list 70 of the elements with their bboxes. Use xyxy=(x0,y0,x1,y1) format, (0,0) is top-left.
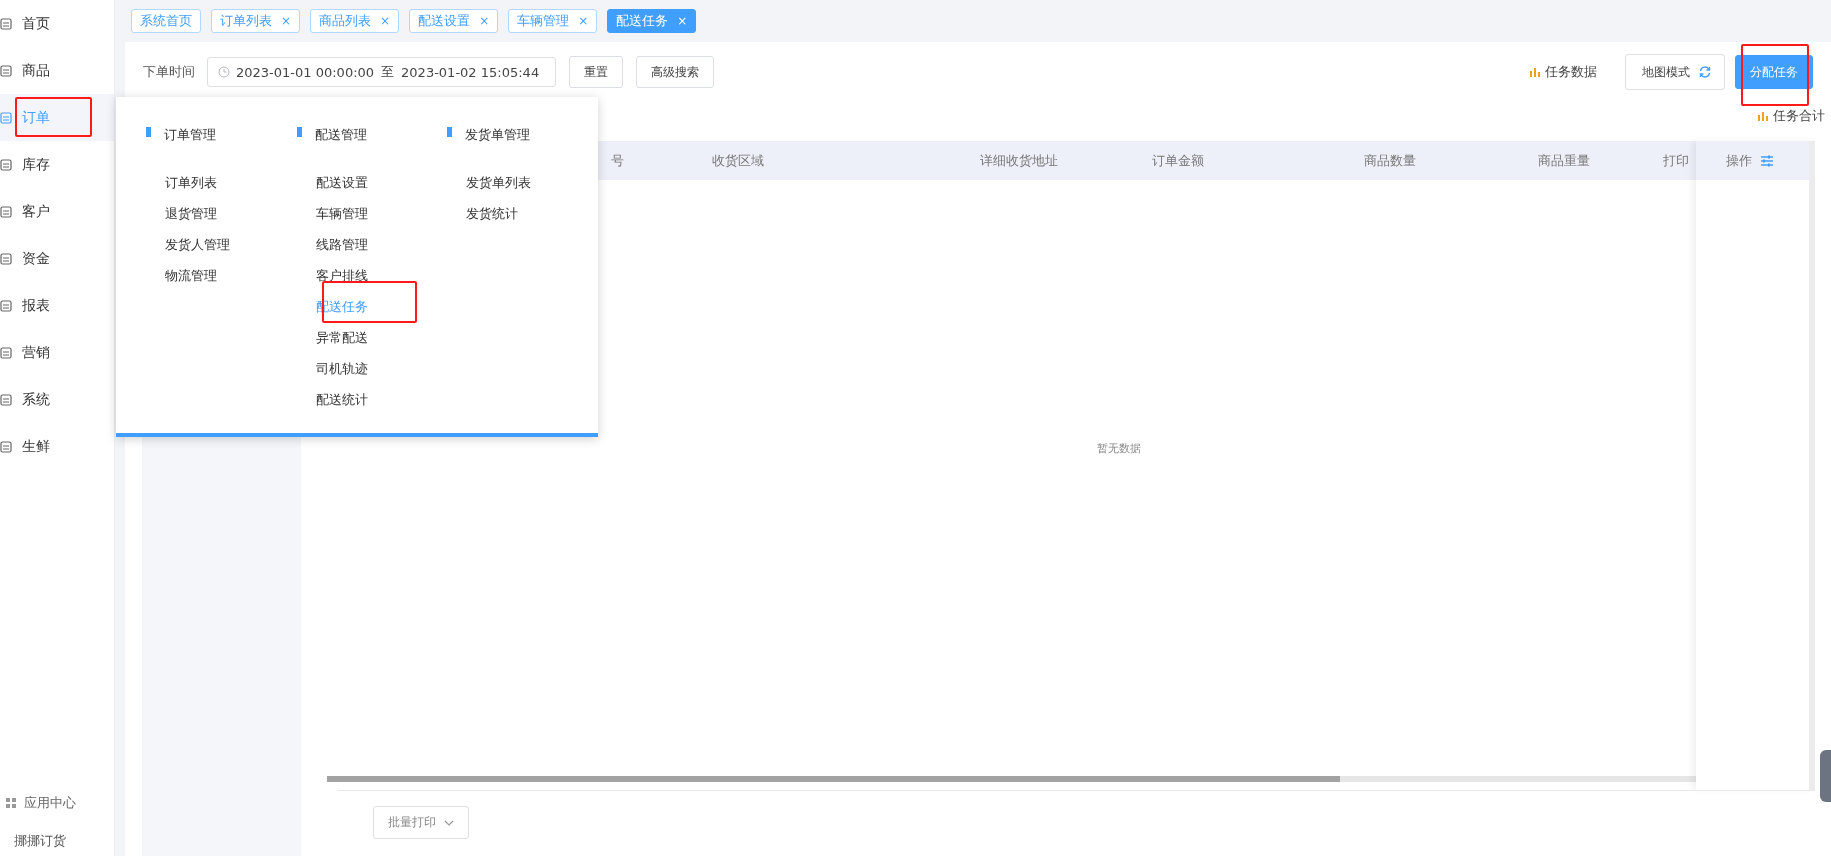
brand-name: 挪挪订货 xyxy=(13,832,67,850)
range-separator: 至 xyxy=(381,63,395,81)
menu-group-title: 配送管理 xyxy=(314,126,367,144)
menu-icon xyxy=(0,63,12,78)
empty-message: 暂无数据 xyxy=(1096,440,1141,456)
column-header: 收货区域 xyxy=(712,151,765,170)
menu-icon xyxy=(0,298,12,313)
column-header: 商品重量 xyxy=(1538,151,1591,170)
sidebar-item[interactable]: 生鲜 xyxy=(0,423,114,470)
menu-item[interactable]: 异常配送 xyxy=(315,327,368,348)
grid-icon xyxy=(6,798,16,808)
menu-item[interactable]: 发货统计 xyxy=(466,203,519,224)
menu-icon xyxy=(0,392,12,407)
menu-group-title: 发货单管理 xyxy=(465,126,531,144)
filter-button[interactable]: 高级搜索 xyxy=(636,56,714,88)
start-date: 2023-01-01 00:00:00 xyxy=(236,64,375,80)
task-data-link[interactable]: 任务数据 xyxy=(1530,63,1597,81)
sidebar-item[interactable]: 库存 xyxy=(0,141,114,188)
menu-icon xyxy=(0,110,12,125)
refresh-icon xyxy=(1698,65,1712,79)
side-tab[interactable] xyxy=(1820,750,1831,802)
column-header: 打印 xyxy=(1663,151,1690,170)
clock-icon xyxy=(218,66,230,78)
menu-icon xyxy=(0,16,12,31)
menu-item[interactable]: 退货管理 xyxy=(165,203,217,224)
menu-item[interactable]: 配送统计 xyxy=(315,389,368,410)
sidebar-item[interactable]: 客户 xyxy=(0,188,114,235)
menu-item[interactable]: 车辆管理 xyxy=(315,203,368,224)
menu-item[interactable]: 客户排线 xyxy=(315,265,368,286)
column-header: 操作 xyxy=(1726,151,1752,170)
sidebar-item[interactable]: 资金 xyxy=(0,235,114,282)
highlight-frame xyxy=(1741,44,1809,106)
menu-item[interactable]: 物流管理 xyxy=(165,265,217,286)
column-header: 商品数量 xyxy=(1364,151,1417,170)
sidebar-item[interactable]: 系统 xyxy=(0,376,114,423)
filter-button[interactable]: 重置 xyxy=(569,56,623,88)
menu-group-title: 订单管理 xyxy=(164,126,216,144)
menu-icon xyxy=(0,251,12,266)
app-center-link[interactable]: 应用中心 xyxy=(0,792,114,814)
menu-item[interactable]: 线路管理 xyxy=(315,234,368,255)
sidebar-item[interactable]: 报表 xyxy=(0,282,114,329)
horizontal-scrollbar[interactable] xyxy=(327,776,1696,782)
group-marker xyxy=(447,127,453,137)
column-header: 订单金额 xyxy=(1152,151,1205,170)
map-mode-button[interactable]: 地图模式 xyxy=(1625,54,1725,90)
sidebar-item[interactable]: 营销 xyxy=(0,329,114,376)
menu-item[interactable]: 订单列表 xyxy=(165,172,217,193)
menu-icon xyxy=(0,345,12,360)
settings-icon[interactable] xyxy=(1760,154,1774,167)
column-header: 详细收货地址 xyxy=(980,151,1059,170)
bar-chart-icon xyxy=(1530,67,1540,77)
caret-icon xyxy=(444,819,454,826)
menu-icon xyxy=(0,204,12,219)
filter-label: 下单时间 xyxy=(143,63,195,81)
column-header: 号 xyxy=(610,151,625,170)
group-marker xyxy=(296,127,302,137)
sidebar-item[interactable]: 商品 xyxy=(0,47,114,94)
sidebar-item[interactable]: 首页 xyxy=(0,0,114,47)
batch-print-dropdown[interactable]: 批量打印 xyxy=(373,806,469,839)
menu-icon xyxy=(0,439,12,454)
menu-item[interactable]: 发货人管理 xyxy=(165,234,230,255)
menu-item[interactable]: 配送设置 xyxy=(315,172,368,193)
menu-item[interactable]: 司机轨迹 xyxy=(315,358,368,379)
bar-chart-icon xyxy=(1758,111,1768,121)
menu-item[interactable]: 发货单列表 xyxy=(466,172,532,193)
task-total-link[interactable]: 任务合计 xyxy=(1758,107,1825,125)
menu-icon xyxy=(0,157,12,172)
date-range-field[interactable]: 2023-01-01 00:00:00 至 2023-01-02 15:05:44 xyxy=(207,57,556,87)
end-date: 2023-01-02 15:05:44 xyxy=(401,64,540,80)
group-marker xyxy=(146,127,151,137)
